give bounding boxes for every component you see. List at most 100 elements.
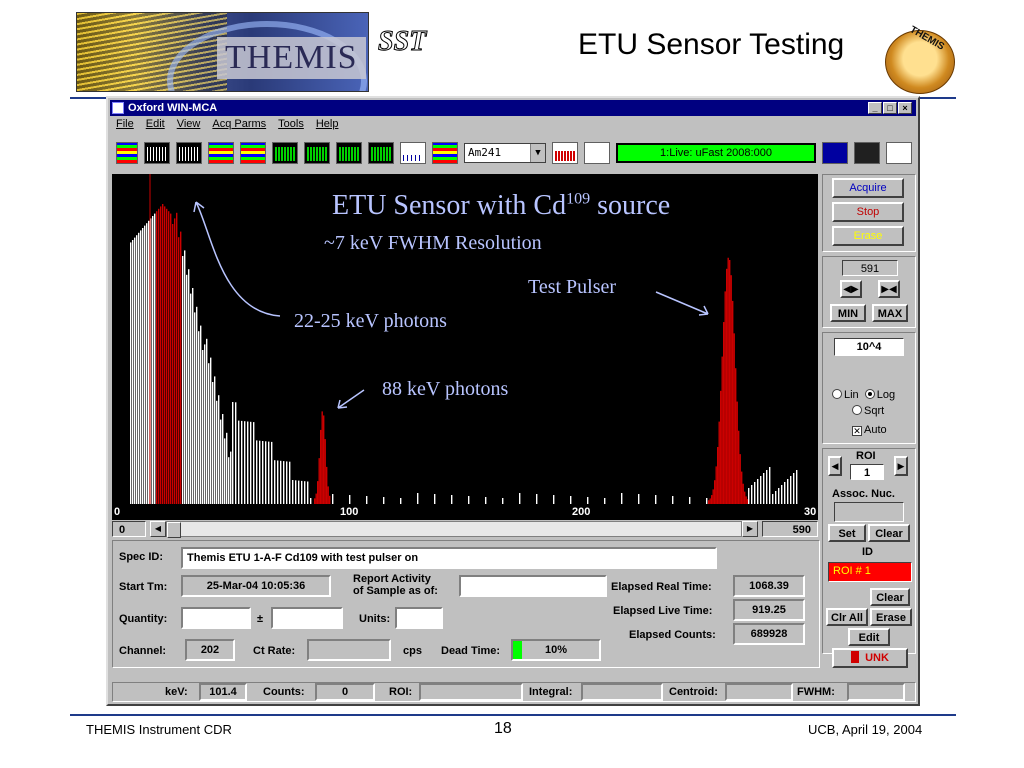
cursor-left-right-icon[interactable]: ◀▶: [840, 280, 862, 298]
spectrum-channel-bar: [220, 419, 222, 504]
channel-scroll-track[interactable]: [166, 521, 742, 538]
edit-button[interactable]: Edit: [848, 628, 890, 646]
x-tick-100: 100: [340, 506, 359, 518]
spectrum-channel-bar: [781, 485, 783, 504]
green-spectrum-4-icon[interactable]: [368, 142, 394, 164]
clear-id-button[interactable]: Clear: [870, 588, 910, 606]
channel-value: 202: [185, 639, 235, 661]
menu-view[interactable]: View: [177, 118, 201, 134]
spectrum-channel-bar: [262, 441, 264, 504]
menu-file[interactable]: File: [116, 118, 134, 134]
report-icon[interactable]: [584, 142, 610, 164]
spectrum-channel-bar: [256, 440, 258, 504]
scale-value-field[interactable]: 10^4: [834, 338, 904, 356]
spectrum-channel-bar: [672, 496, 674, 504]
spectrum-channel-bar: [146, 223, 148, 504]
headline-tail: source: [590, 190, 671, 221]
clear-button[interactable]: Clear: [868, 524, 910, 542]
menu-bar: File Edit View Acq Parms Tools Help: [112, 118, 338, 134]
roi-id-field[interactable]: ROI # 1: [828, 562, 912, 582]
monitor-icon[interactable]: [822, 142, 848, 164]
elapsed-real-value: 1068.39: [733, 575, 805, 597]
spec-id-label: Spec ID:: [119, 551, 164, 563]
sqrt-radio[interactable]: [852, 405, 862, 415]
menu-edit[interactable]: Edit: [146, 118, 165, 134]
roi-status-value: [419, 683, 523, 701]
cursor-channel-field[interactable]: 591: [842, 260, 898, 276]
dead-time-label: Dead Time:: [441, 645, 501, 657]
spectrum-channel-bar: [154, 213, 156, 504]
scroll-right-arrow-icon[interactable]: ▶: [742, 521, 758, 537]
menu-tools[interactable]: Tools: [278, 118, 304, 134]
page-number: 18: [494, 720, 512, 737]
clear-all-button[interactable]: Clr All: [826, 608, 868, 626]
green-spectrum-1-icon[interactable]: [272, 142, 298, 164]
roi-next-arrow-icon[interactable]: ▶: [894, 456, 908, 476]
auto-checkbox[interactable]: ✕: [852, 426, 862, 436]
close-button[interactable]: ×: [898, 102, 912, 114]
channel-label: Channel:: [119, 645, 167, 657]
scroll-left-arrow-icon[interactable]: ◀: [150, 521, 166, 537]
chevron-down-icon[interactable]: ▼: [530, 144, 545, 162]
set-button[interactable]: Set: [828, 524, 866, 542]
report-activity-label: Report Activity of Sample as of:: [353, 573, 438, 597]
rate-meter-icon[interactable]: [854, 142, 880, 164]
spectrum-channel-bar: [142, 228, 144, 504]
spectrum-view-2-icon[interactable]: [176, 142, 202, 164]
lin-radio[interactable]: [832, 389, 842, 399]
spectrum-channel-bar: [156, 211, 158, 504]
spectrum-channel-bar: [178, 237, 180, 504]
spectrum-channel-bar: [417, 493, 419, 504]
unk-button[interactable]: UNK: [832, 648, 908, 668]
acquire-button[interactable]: Acquire: [832, 178, 904, 198]
annotation-22-25kev: 22-25 keV photons: [294, 310, 447, 332]
erase-button[interactable]: Erase: [832, 226, 904, 246]
spectrum-channel-bar: [224, 438, 226, 504]
spectrum-overlay-icon[interactable]: [208, 142, 234, 164]
red-spectrum-icon[interactable]: [552, 142, 578, 164]
max-button[interactable]: MAX: [872, 304, 908, 322]
lin-log-row: Lin Log: [832, 389, 895, 401]
scroll-thumb[interactable]: [167, 522, 181, 538]
report-activity-field[interactable]: [459, 575, 607, 597]
assoc-nuc-field[interactable]: [834, 502, 904, 522]
minimize-button[interactable]: _: [868, 102, 882, 114]
min-button[interactable]: MIN: [830, 304, 866, 322]
source-combo[interactable]: Am241 ▼: [464, 143, 546, 163]
log-radio[interactable]: [864, 389, 875, 399]
quantity-error-field[interactable]: [271, 607, 343, 629]
spec-id-field[interactable]: Themis ETU 1-A-F Cd109 with test pulser …: [181, 547, 717, 569]
spectrum-channel-bar: [451, 495, 453, 504]
maximize-button[interactable]: □: [883, 102, 897, 114]
spectrum-channel-bar: [733, 333, 735, 504]
spectrum-channel-bar: [216, 400, 218, 504]
peak-search-icon[interactable]: [400, 142, 426, 164]
lin-label: Lin: [844, 389, 859, 401]
warning-icon: [851, 651, 860, 663]
spectrum-channel-bar: [724, 291, 726, 504]
roi-number-field[interactable]: 1: [850, 464, 884, 480]
spectrum-plot[interactable]: ETU Sensor with Cd109 source ~7 keV FWHM…: [112, 174, 818, 518]
pencil-check-icon[interactable]: [886, 142, 912, 164]
erase-roi-button[interactable]: Erase: [870, 608, 912, 626]
spectrum-view-1-icon[interactable]: [144, 142, 170, 164]
green-spectrum-3-icon[interactable]: [336, 142, 362, 164]
units-field[interactable]: [395, 607, 443, 629]
spectrum-stack-icon[interactable]: [240, 142, 266, 164]
quantity-field[interactable]: [181, 607, 251, 629]
roi-prev-arrow-icon[interactable]: ◀: [828, 456, 842, 476]
library-icon[interactable]: [432, 142, 458, 164]
spectrum-channel-bar: [711, 495, 713, 504]
color-palette-icon[interactable]: [116, 142, 138, 164]
window-titlebar[interactable]: Oxford WIN-MCA _ □ ×: [110, 100, 916, 116]
spectrum-channel-bar: [726, 268, 728, 504]
spectrum-channel-bar: [204, 344, 206, 504]
scroll-right-value: 590: [762, 521, 818, 537]
spectrum-channel-bar: [318, 458, 320, 504]
menu-acq-parms[interactable]: Acq Parms: [212, 118, 266, 134]
cursor-jump-icon[interactable]: ▶◀: [878, 280, 900, 298]
menu-help[interactable]: Help: [316, 118, 339, 134]
annotation-88kev: 88 keV photons: [382, 378, 509, 400]
stop-button[interactable]: Stop: [832, 202, 904, 222]
green-spectrum-2-icon[interactable]: [304, 142, 330, 164]
